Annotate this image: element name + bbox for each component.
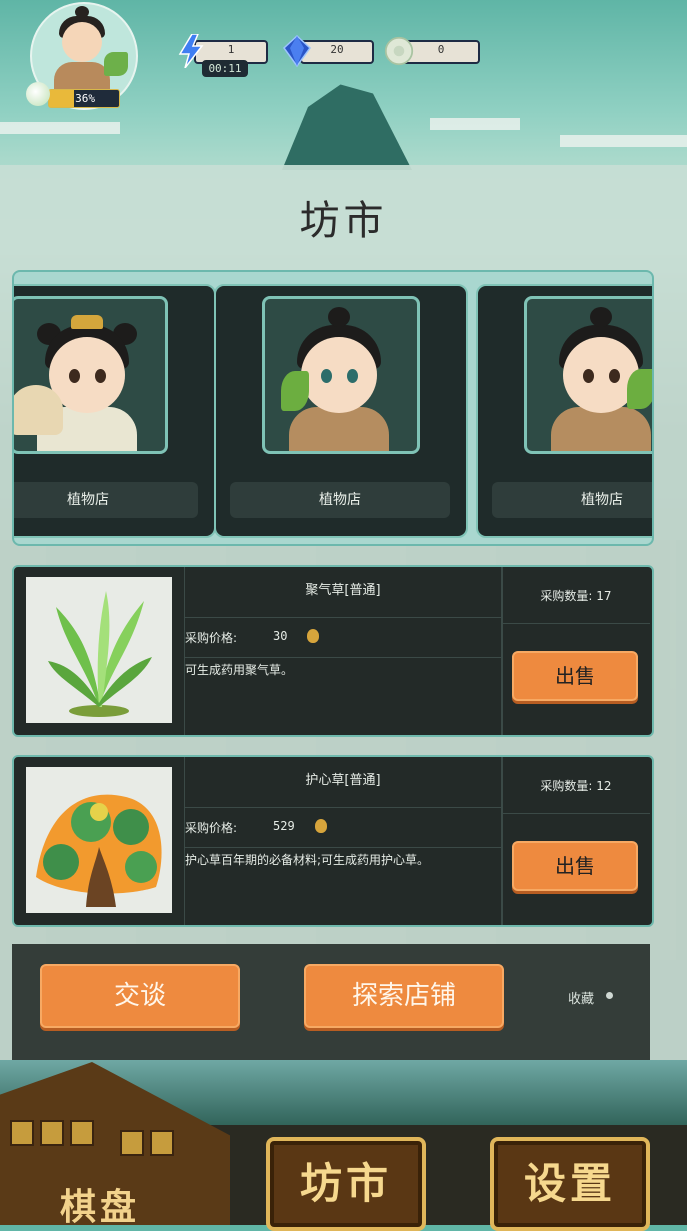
item-row: 聚气草[普通] 采购价格: 30 可生成药用聚气草。 采购数量: 17 出售 <box>12 565 654 737</box>
favorite-toggle[interactable]: 收藏 <box>568 988 594 1007</box>
page-title: 坊市 <box>299 198 388 244</box>
item-description: 护心草百年期的必备材料;可生成药用护心草。 <box>185 853 430 867</box>
npc-shop-label: 植物店 <box>14 482 198 518</box>
energy-timer: 00:11 <box>202 60 248 77</box>
purchase-quantity: 采购数量: 12 <box>540 779 612 793</box>
item-price-label: 采购价格: <box>185 631 238 645</box>
item-name: 护心草[普通] <box>305 773 381 788</box>
qi-herb-icon <box>48 591 152 717</box>
item-actions: 采购数量: 17 出售 <box>502 567 652 735</box>
npc-portrait <box>14 296 168 454</box>
item-info: 聚气草[普通] 采购价格: 30 可生成药用聚气草。 <box>184 567 503 735</box>
item-info: 护心草[普通] 采购价格: 529 护心草百年期的必备材料;可生成药用护心草。 <box>184 757 503 925</box>
fan-icon <box>14 385 63 435</box>
pavilion-window <box>10 1120 34 1146</box>
board-nav-button[interactable]: 棋盘 <box>60 1178 140 1230</box>
basket-plant-icon <box>104 52 128 76</box>
npc-shop-label: 植物店 <box>492 482 652 518</box>
pearl-icon <box>26 82 50 106</box>
jade-value: 0 <box>437 43 445 56</box>
gem-icon <box>283 34 311 68</box>
crown-icon <box>71 315 103 329</box>
cloud <box>560 135 687 147</box>
jade-resource[interactable]: 0 <box>384 36 480 66</box>
favorite-dot-icon <box>606 992 613 999</box>
npc-card-farmer[interactable]: 植物店 <box>476 284 652 538</box>
item-actions: 采购数量: 12 出售 <box>502 757 652 925</box>
coin-bag-icon <box>315 819 327 833</box>
talk-button[interactable]: 交谈 <box>40 964 240 1028</box>
npc-shop-label: 植物店 <box>230 482 450 518</box>
item-image <box>26 767 172 913</box>
item-description: 可生成药用聚气草。 <box>185 663 294 677</box>
npc-card-herbalist[interactable]: 植物店 <box>214 284 468 538</box>
action-bar: 交谈 探索店铺 收藏 <box>12 944 650 1060</box>
coin-bag-icon <box>307 629 319 643</box>
background-mountain <box>282 84 412 170</box>
item-price: 529 <box>273 819 295 833</box>
market-nav-button[interactable]: 坊市 <box>266 1137 426 1231</box>
sell-button[interactable]: 出售 <box>512 651 638 701</box>
npc-card-merchant[interactable]: 植物店 <box>14 284 216 538</box>
npc-portrait <box>262 296 420 454</box>
pavilion-window <box>40 1120 64 1146</box>
heart-herb-icon <box>36 794 162 907</box>
cloud <box>0 122 120 134</box>
settings-nav-button[interactable]: 设置 <box>490 1137 650 1231</box>
item-image <box>26 577 172 723</box>
item-price-label: 采购价格: <box>185 821 238 835</box>
npc-portrait <box>524 296 652 454</box>
pavilion-window <box>150 1130 174 1156</box>
explore-shop-button[interactable]: 探索店铺 <box>304 964 504 1028</box>
item-name: 聚气草[普通] <box>305 583 381 598</box>
gem-resource[interactable]: 20 <box>282 34 374 68</box>
sell-button[interactable]: 出售 <box>512 841 638 891</box>
level-progress-bar: 36% <box>48 89 120 108</box>
pavilion-window <box>70 1120 94 1146</box>
herb-icon <box>281 371 309 411</box>
item-price: 30 <box>273 629 288 643</box>
jade-disc-icon <box>384 36 414 66</box>
energy-resource[interactable]: 1 <box>176 34 268 68</box>
herb-icon <box>627 369 652 409</box>
level-progress-text: 36% <box>75 92 95 105</box>
shop-npc-carousel[interactable]: 植物店 植物店 植物店 <box>12 270 654 546</box>
item-row: 护心草[普通] 采购价格: 529 护心草百年期的必备材料;可生成药用护心草。 … <box>12 755 654 927</box>
pavilion-window <box>120 1130 144 1156</box>
cloud <box>430 118 520 130</box>
purchase-quantity: 采购数量: 17 <box>540 589 612 603</box>
